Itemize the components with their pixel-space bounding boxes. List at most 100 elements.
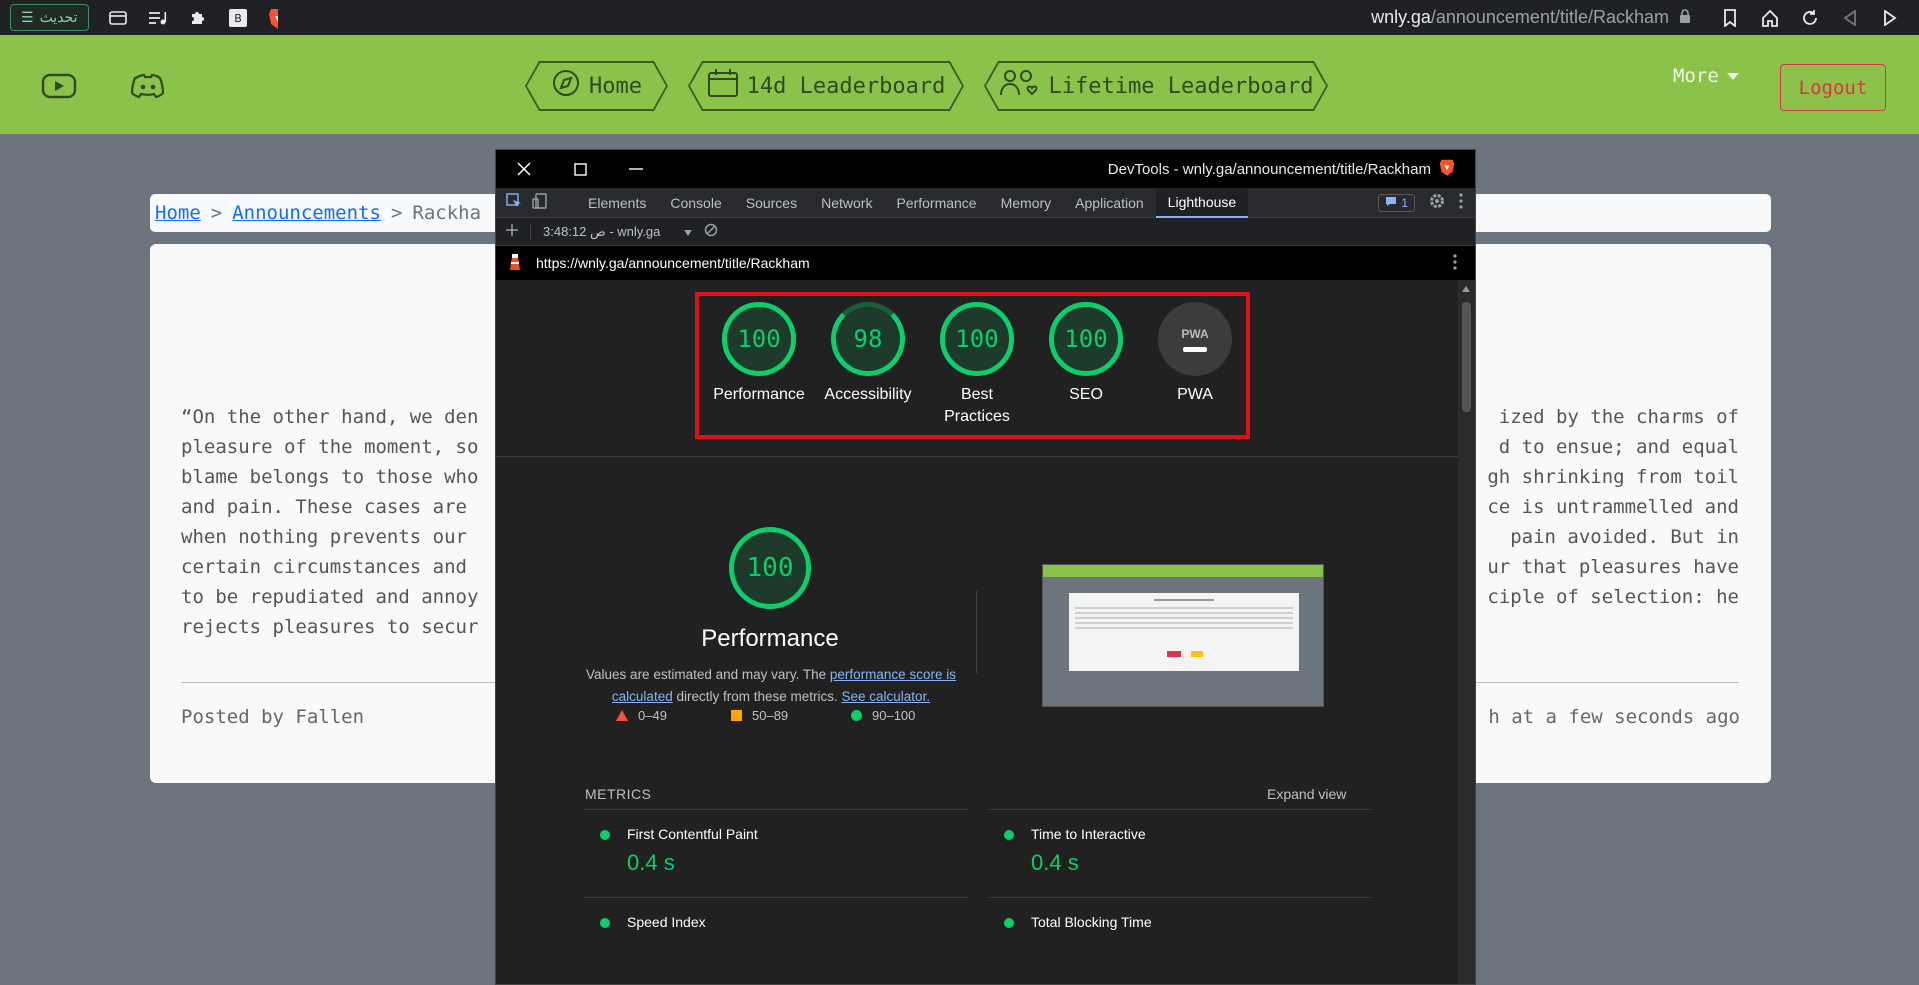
settings-gear-icon[interactable] xyxy=(1429,193,1445,212)
see-calculator-link[interactable]: See calculator. xyxy=(842,689,931,704)
youtube-icon[interactable] xyxy=(40,71,78,101)
legend-average: 50–89 xyxy=(731,708,788,723)
nav-lifetime-leaderboard-label: Lifetime Leaderboard xyxy=(1048,73,1314,99)
inspect-element-icon[interactable] xyxy=(506,193,522,212)
browser-toolbar: ☰ تحديث B wnly.ga/announcement/title/Rac… xyxy=(0,0,1919,35)
tab-network[interactable]: Network xyxy=(809,188,884,218)
site-navbar: Home 14d Leaderboard Lifetime Leaderboar… xyxy=(0,35,1919,134)
nav-14d-leaderboard-label: 14d Leaderboard xyxy=(746,73,946,99)
legend-fail: 0–49 xyxy=(616,708,667,723)
gauge-pwa[interactable]: PWA PWA xyxy=(1140,302,1250,406)
devtools-tabbar: Elements Console Sources Network Perform… xyxy=(496,187,1475,218)
expand-view-button[interactable]: Expand view xyxy=(1267,786,1346,802)
scroll-up-arrow-icon[interactable] xyxy=(1462,286,1470,292)
minimize-icon[interactable] xyxy=(608,150,664,188)
breadcrumb-home-link[interactable]: Home xyxy=(155,202,201,224)
bookmark-icon[interactable] xyxy=(1719,7,1741,29)
back-icon[interactable] xyxy=(1839,7,1861,29)
lighthouse-report: 100 Performance 98 Accessibility 100 Bes… xyxy=(496,280,1460,984)
tab-sources[interactable]: Sources xyxy=(734,188,809,218)
body-line: ur that pleasures have xyxy=(1487,556,1739,578)
body-line: gh shrinking from toil xyxy=(1487,466,1739,488)
reload-icon[interactable] xyxy=(1799,7,1821,29)
lighthouse-logo-icon xyxy=(508,253,522,274)
issues-button[interactable]: 1 xyxy=(1378,193,1415,212)
body-line: ce is untrammelled and xyxy=(1487,496,1739,518)
gauge-best-practices[interactable]: 100 Best Practices xyxy=(922,302,1032,428)
body-line: and pain. These cases are xyxy=(181,496,467,518)
svg-text:B: B xyxy=(234,12,242,25)
nav-home-label: Home xyxy=(589,73,642,99)
report-url[interactable]: https://wnly.ga/announcement/title/Rackh… xyxy=(536,255,810,271)
report-selector[interactable]: 3:48:12 ص - wnly.ga xyxy=(543,223,693,240)
url-path: /announcement/title/Rackham xyxy=(1430,7,1669,27)
thumbnail-line xyxy=(1075,612,1293,614)
report-scrollbar[interactable] xyxy=(1458,280,1475,984)
close-icon[interactable] xyxy=(496,150,552,188)
breadcrumb-separator: > xyxy=(210,202,223,224)
nav-home-button[interactable]: Home xyxy=(525,61,668,111)
forward-icon[interactable] xyxy=(1879,7,1901,29)
metric-name: Total Blocking Time xyxy=(1031,914,1152,930)
pass-circle-icon xyxy=(600,830,610,840)
report-time: 3:48:12 ص - wnly.ga xyxy=(543,223,661,239)
bookmark-b-icon[interactable]: B xyxy=(227,7,249,29)
posted-by: Posted by Fallen xyxy=(181,706,365,728)
update-button[interactable]: ☰ تحديث xyxy=(10,4,89,31)
pass-circle-icon xyxy=(600,918,610,928)
thumbnail-navbar xyxy=(1043,565,1323,577)
nav-14d-leaderboard-button[interactable]: 14d Leaderboard xyxy=(688,61,964,111)
url-host: wnly.ga xyxy=(1371,7,1431,27)
gauge-accessibility[interactable]: 98 Accessibility xyxy=(813,302,923,406)
devtools-title: DevTools - wnly.ga/announcement/title/Ra… xyxy=(1108,150,1455,188)
more-dropdown[interactable]: More xyxy=(1673,65,1739,87)
legend-pass: 90–100 xyxy=(851,708,915,723)
thumbnail-title-line xyxy=(1154,599,1214,601)
gauge-seo[interactable]: 100 SEO xyxy=(1031,302,1141,406)
home-icon[interactable] xyxy=(1759,7,1781,29)
tab-lighthouse[interactable]: Lighthouse xyxy=(1155,187,1249,218)
body-line: “On the other hand, we den xyxy=(181,406,479,428)
issues-count: 1 xyxy=(1401,195,1408,210)
metric-value: 0.4 s xyxy=(627,850,675,875)
tab-application[interactable]: Application xyxy=(1063,188,1156,218)
gauge-seo-label: SEO xyxy=(1069,386,1103,403)
legend-fail-label: 0–49 xyxy=(638,708,667,723)
vertical-divider xyxy=(976,591,977,673)
body-line: when nothing prevents our xyxy=(181,526,467,548)
pass-circle-icon xyxy=(851,710,862,721)
logout-button[interactable]: Logout xyxy=(1780,64,1886,111)
performance-heading: Performance xyxy=(701,625,839,652)
thumbnail-card xyxy=(1069,593,1299,671)
metric-speed-index: Speed Index xyxy=(585,897,967,984)
perf-desc-prefix: Values are estimated and may vary. The xyxy=(586,667,830,682)
final-screenshot-thumbnail[interactable] xyxy=(1042,564,1324,707)
tab-elements[interactable]: Elements xyxy=(576,188,658,218)
breadcrumb-announcements-link[interactable]: Announcements xyxy=(232,202,381,224)
playlist-icon[interactable] xyxy=(147,7,169,29)
more-vertical-icon[interactable] xyxy=(1459,193,1463,212)
thumbnail-red-button xyxy=(1167,651,1181,657)
address-bar[interactable]: wnly.ga/announcement/title/Rackham xyxy=(278,4,1703,31)
scroll-thumb[interactable] xyxy=(1462,302,1471,412)
metric-value: 0.4 s xyxy=(1031,850,1079,875)
maximize-icon[interactable] xyxy=(552,150,608,188)
clear-reports-icon[interactable] xyxy=(704,223,718,240)
wallet-icon[interactable] xyxy=(107,7,129,29)
lighthouse-report-urlbar: https://wnly.ga/announcement/title/Rackh… xyxy=(496,246,1475,280)
tab-performance[interactable]: Performance xyxy=(884,188,988,218)
nav-lifetime-leaderboard-button[interactable]: Lifetime Leaderboard xyxy=(984,61,1328,111)
discord-icon[interactable] xyxy=(129,71,167,101)
new-report-plus-icon[interactable] xyxy=(506,224,518,239)
metric-name: Speed Index xyxy=(627,914,706,930)
gauge-performance[interactable]: 100 Performance xyxy=(704,302,814,406)
update-label: تحديث xyxy=(39,9,78,25)
body-line: blame belongs to those who xyxy=(181,466,479,488)
tab-memory[interactable]: Memory xyxy=(989,188,1064,218)
lock-icon xyxy=(1679,7,1691,28)
extensions-puzzle-icon[interactable] xyxy=(187,7,209,29)
tab-console[interactable]: Console xyxy=(658,188,733,218)
perf-desc-mid: directly from these metrics. xyxy=(672,689,842,704)
report-menu-icon[interactable] xyxy=(1453,254,1457,273)
device-toolbar-icon[interactable] xyxy=(532,193,548,212)
